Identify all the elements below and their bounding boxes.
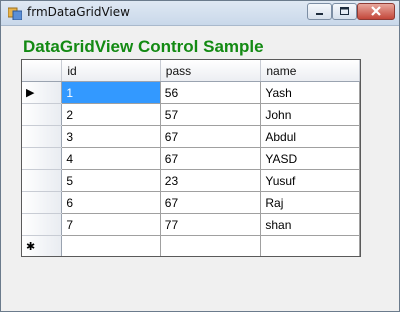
cell-id[interactable]: 6 xyxy=(61,191,161,214)
row-header[interactable] xyxy=(22,191,63,214)
cell-pass[interactable]: 67 xyxy=(160,147,262,170)
cell-id[interactable]: 1 xyxy=(61,81,161,104)
new-row-cell[interactable] xyxy=(61,235,161,256)
cell-name[interactable]: Raj xyxy=(260,191,360,214)
close-button[interactable] xyxy=(357,3,395,20)
column-header-row: id pass name xyxy=(22,60,360,82)
table-row[interactable]: 5 23 Yusuf xyxy=(22,169,360,192)
corner-header[interactable] xyxy=(22,60,63,82)
cell-name[interactable]: Abdul xyxy=(260,125,360,148)
cell-id[interactable]: 5 xyxy=(61,169,161,192)
table-row[interactable]: 7 77 shan xyxy=(22,213,360,236)
table-row[interactable]: 3 67 Abdul xyxy=(22,125,360,148)
row-header[interactable] xyxy=(22,169,63,192)
title-bar[interactable]: frmDataGridView xyxy=(1,1,399,26)
cell-name[interactable]: Yusuf xyxy=(260,169,360,192)
cell-id[interactable]: 4 xyxy=(61,147,161,170)
table-row[interactable]: ▶ 1 56 Yash xyxy=(22,81,360,104)
row-header[interactable] xyxy=(22,147,63,170)
column-header-id[interactable]: id xyxy=(61,60,161,82)
cell-name[interactable]: shan xyxy=(260,213,360,236)
new-row-cell[interactable] xyxy=(160,235,262,256)
row-header[interactable] xyxy=(22,213,63,236)
table-row[interactable]: 2 57 John xyxy=(22,103,360,126)
cell-pass[interactable]: 57 xyxy=(160,103,262,126)
column-header-name[interactable]: name xyxy=(260,60,360,82)
cell-id[interactable]: 2 xyxy=(61,103,161,126)
cell-pass[interactable]: 67 xyxy=(160,125,262,148)
window-title: frmDataGridView xyxy=(27,5,130,19)
cell-pass[interactable]: 23 xyxy=(160,169,262,192)
cell-name[interactable]: YASD xyxy=(260,147,360,170)
page-title: DataGridView Control Sample xyxy=(23,37,264,56)
cell-id[interactable]: 7 xyxy=(61,213,161,236)
row-header[interactable] xyxy=(22,103,63,126)
grid-table: id pass name ▶ 1 56 Yash 2 57 John 3 67 Abdul 4 67 Y… xyxy=(22,60,360,256)
new-row-indicator[interactable]: ✱ xyxy=(22,235,63,256)
maximize-icon xyxy=(340,7,349,15)
table-row[interactable]: 4 67 YASD xyxy=(22,147,360,170)
row-header[interactable] xyxy=(22,125,63,148)
main-window: frmDataGridView DataGridView Control Sam… xyxy=(0,0,400,312)
current-row-indicator[interactable]: ▶ xyxy=(22,81,63,104)
cell-pass[interactable]: 56 xyxy=(160,81,262,104)
cell-id[interactable]: 3 xyxy=(61,125,161,148)
maximize-button[interactable] xyxy=(332,3,357,20)
new-row[interactable]: ✱ xyxy=(22,235,360,256)
cell-name[interactable]: John xyxy=(260,103,360,126)
data-grid[interactable]: id pass name ▶ 1 56 Yash 2 57 John 3 67 Abdul 4 67 Y… xyxy=(21,59,361,257)
table-row[interactable]: 6 67 Raj xyxy=(22,191,360,214)
grid-body: ▶ 1 56 Yash 2 57 John 3 67 Abdul 4 67 YASD 5 23 Yusuf 6 6… xyxy=(22,81,360,256)
column-header-pass[interactable]: pass xyxy=(160,60,262,82)
app-icon xyxy=(8,7,22,20)
minimize-icon xyxy=(316,13,323,15)
minimize-button[interactable] xyxy=(307,3,332,20)
new-row-cell[interactable] xyxy=(260,235,360,256)
close-icon xyxy=(371,6,381,16)
cell-pass[interactable]: 67 xyxy=(160,191,262,214)
cell-pass[interactable]: 77 xyxy=(160,213,262,236)
cell-name[interactable]: Yash xyxy=(260,81,360,104)
